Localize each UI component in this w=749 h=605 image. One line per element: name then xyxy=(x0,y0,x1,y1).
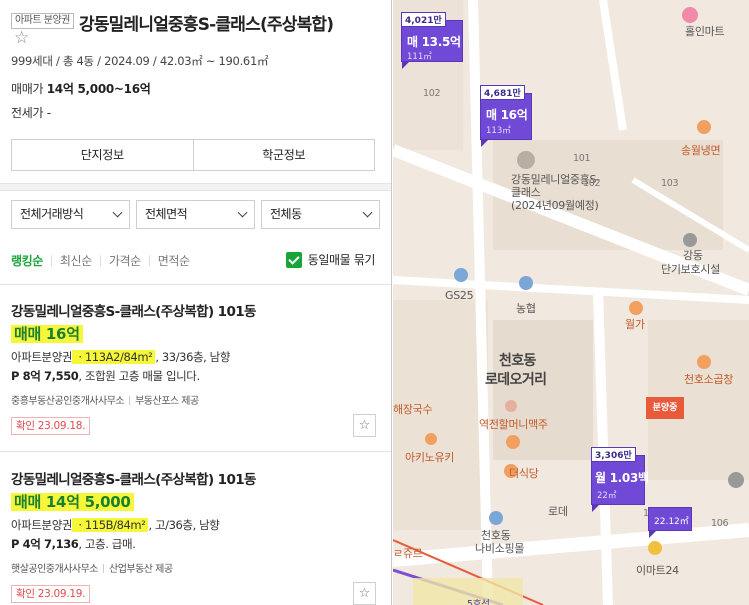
price-marker[interactable]: 4,021만 매 13.5억 111㎡ xyxy=(401,12,463,69)
sale-price-row: 매매가 14억 5,000~16억 xyxy=(11,80,151,97)
listing-desc: P 8억 7,550, 조합원 고층 매물 입니다. xyxy=(11,369,200,383)
chevron-down-icon xyxy=(112,207,123,218)
jeonse-price-row: 전세가 - xyxy=(11,104,51,121)
map-num: 102 xyxy=(423,88,441,99)
group-same-label: 동일매물 묶기 xyxy=(307,253,376,267)
complex-name: 강동밀레니얼중흥S-클래스(주상복합) xyxy=(79,15,334,35)
marker-tail xyxy=(481,139,489,147)
map-label-rode: 로데 xyxy=(548,505,568,518)
map-label-gs25: GS25 xyxy=(445,289,474,302)
map-label-emart: 이마트24 xyxy=(636,564,679,577)
listing-item[interactable]: 강동밀레니얼중흥S-클래스(주상복합) 101동 매매 16억 아파트분양권 ·… xyxy=(11,300,379,450)
marker-tail xyxy=(649,530,657,538)
map-view[interactable]: 홀인마트 강동밀레니얼중흥S- 클래스 (2024년09월예정) 102 101… xyxy=(393,0,749,605)
sale-price-label: 매매가 xyxy=(11,82,44,96)
marker-area: 22㎡ xyxy=(597,491,617,501)
chevron-down-icon xyxy=(237,207,248,218)
listing-panel: 아파트 분양권 강동밀레니얼중흥S-클래스(주상복합) ☆ 999세대 / 총 … xyxy=(0,0,392,605)
map-label-cheonho: 천호동 xyxy=(499,353,536,369)
jeonse-price-value: - xyxy=(46,106,51,120)
sort-ranking[interactable]: 랭킹순 xyxy=(11,252,43,269)
favorite-star-icon[interactable]: ☆ xyxy=(14,30,29,47)
map-num: 102 xyxy=(583,178,601,189)
map-label-deoksik: 더식당 xyxy=(509,467,539,480)
marker-area: 111㎡ xyxy=(407,52,432,62)
marker-area: 113㎡ xyxy=(486,126,511,136)
map-label-haejang: 해장국수 xyxy=(393,403,433,416)
complex-meta: 999세대 / 총 4동 / 2024.09 / 42.03㎡ ~ 190.61… xyxy=(11,54,269,68)
building-select[interactable]: 전체동 xyxy=(261,200,380,229)
tab-school-info[interactable]: 학군정보 xyxy=(192,140,375,170)
jeonse-price-label: 전세가 xyxy=(11,106,44,120)
map-label-yeokjeon: 역전할머니맥주 xyxy=(479,418,548,431)
map-num: 106 xyxy=(711,518,729,529)
map-label-akino: 아키노유키 xyxy=(405,451,455,464)
listing-price: 매매 14억 5,000 xyxy=(11,491,134,512)
marker-tail xyxy=(402,61,410,69)
map-label-wolga: 월가 xyxy=(625,318,645,331)
sort-price[interactable]: 가격순 xyxy=(109,252,141,269)
group-same-listings[interactable]: 동일매물 묶기 xyxy=(285,251,376,268)
listing-item[interactable]: 강동밀레니얼중흥S-클래스(주상복합) 101동 매매 14억 5,000 아파… xyxy=(11,468,379,605)
marker-area: 22.12㎡ xyxy=(654,517,689,527)
listing-desc: P 4억 7,136, 고층. 급매. xyxy=(11,537,136,551)
map-label-hollmart: 홀인마트 xyxy=(685,25,725,38)
listing-price: 매매 16억 xyxy=(11,323,83,344)
divider xyxy=(99,255,101,266)
favorite-star-icon[interactable]: ☆ xyxy=(353,582,376,605)
price-marker[interactable]: 3,306만 월 1.03백 22㎡ xyxy=(591,447,649,512)
marker-price-per-area: 3,306만 xyxy=(591,447,636,462)
subway-line-label: 5호선 xyxy=(467,599,490,605)
map-label-nonghyup: 농협 xyxy=(516,302,536,315)
trade-type-select[interactable]: 전체거래방식 xyxy=(11,200,130,229)
price-marker[interactable]: 22.12㎡ xyxy=(648,507,692,538)
listing-title: 강동밀레니얼중흥S-클래스(주상복합) 101동 xyxy=(11,472,256,488)
divider xyxy=(50,255,52,266)
map-label-naviso: 나비소핑몰 xyxy=(475,542,525,555)
complex-type-badge: 아파트 분양권 xyxy=(11,13,74,29)
map-background xyxy=(393,0,749,605)
price-marker[interactable]: 4,681만 매 16억 113㎡ xyxy=(480,85,532,147)
area-select[interactable]: 전체면적 xyxy=(136,200,255,229)
listing-agents: 햇살공인중개사사무소 산업부동산 제공 xyxy=(11,564,173,575)
tab-complex-info[interactable]: 단지정보 xyxy=(12,140,193,170)
map-label-kuju: ㄹ쥬르 xyxy=(393,547,423,560)
map-label-gangdong: 단기보호시설 xyxy=(661,263,720,276)
map-label-songwol: 송월냉면 xyxy=(681,144,721,157)
listing-spec: 아파트분양권 · 115B/84m², 고/36층, 남향 xyxy=(11,518,220,532)
filter-bar: 전체거래방식 전체면적 전체동 xyxy=(11,200,380,229)
info-tabs: 단지정보 학군정보 xyxy=(11,139,375,171)
section-divider xyxy=(0,183,391,191)
checkbox-checked-icon[interactable] xyxy=(285,251,302,268)
map-label-sogopchang: 천호소곱창 xyxy=(684,373,734,386)
sort-options: 랭킹순 최신순 가격순 면적순 xyxy=(11,252,190,269)
map-label-rodeo: 로데오거리 xyxy=(485,372,547,388)
sort-area[interactable]: 면적순 xyxy=(158,252,190,269)
sort-latest[interactable]: 최신순 xyxy=(60,252,92,269)
listing-spec: 아파트분양권 · 113A2/84m², 33/36층, 남향 xyxy=(11,350,231,364)
favorite-star-icon[interactable]: ☆ xyxy=(353,414,376,437)
marker-price-per-area: 4,681만 xyxy=(480,85,525,100)
listing-agents: 중흥부동산공인중개사사무소 부동산포스 제공 xyxy=(11,396,199,407)
map-num: 103 xyxy=(661,178,679,189)
marker-price-per-area: 4,021만 xyxy=(401,12,446,27)
map-label-complex: (2024년09월예정) xyxy=(511,199,599,212)
building-value: 전체동 xyxy=(270,207,302,221)
confirm-date-badge: 확인 23.09.18. xyxy=(11,417,91,435)
area-value: 전체면적 xyxy=(145,207,188,221)
marker-price: 매 16억 xyxy=(486,108,528,122)
map-num: 101 xyxy=(573,153,591,164)
marker-price: 월 1.03백 xyxy=(595,471,649,485)
marker-tail xyxy=(592,504,600,512)
divider xyxy=(148,255,150,266)
trade-type-value: 전체거래방식 xyxy=(20,207,84,221)
presale-marker[interactable]: 분양중 xyxy=(646,397,684,419)
confirm-date-badge: 확인 23.09.19. xyxy=(11,585,91,603)
divider xyxy=(0,284,391,285)
sale-price-value: 14억 5,000~16억 xyxy=(46,82,151,96)
chevron-down-icon xyxy=(362,207,373,218)
marker-price: 매 13.5억 xyxy=(407,35,461,49)
listing-title: 강동밀레니얼중흥S-클래스(주상복합) 101동 xyxy=(11,304,256,320)
divider xyxy=(0,451,391,452)
